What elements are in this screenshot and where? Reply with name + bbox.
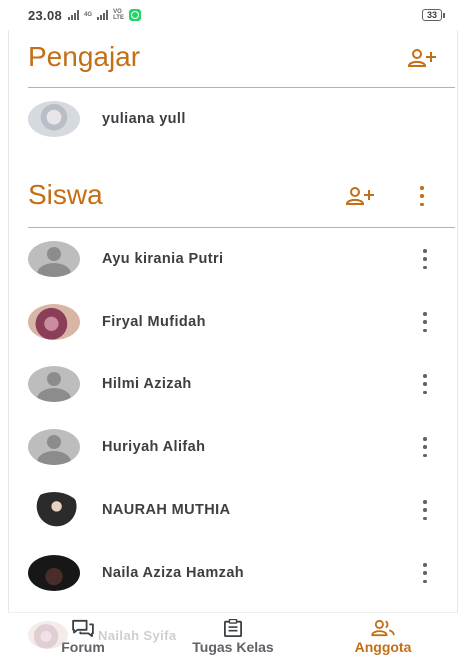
student-row[interactable]: Huriyah Alifah xyxy=(28,425,446,469)
students-more-button[interactable] xyxy=(415,186,429,206)
row-more-button[interactable] xyxy=(418,249,432,269)
more-vert-icon xyxy=(420,186,424,206)
whatsapp-icon xyxy=(128,9,141,21)
battery-icon: 33 xyxy=(421,9,446,21)
student-row[interactable]: Ayu kirania Putri xyxy=(28,237,446,281)
teachers-header: Pengajar xyxy=(28,38,456,76)
member-name: Naila Aziza Hamzah xyxy=(102,565,245,581)
row-more-button[interactable] xyxy=(418,563,432,583)
member-name: Ayu kirania Putri xyxy=(102,251,224,267)
row-more-button[interactable] xyxy=(418,500,432,520)
student-row[interactable]: Hilmi Azizah xyxy=(28,362,446,406)
row-more-button[interactable] xyxy=(418,312,432,332)
nav-label: Anggota xyxy=(354,639,412,655)
add-person-icon xyxy=(345,187,374,205)
default-avatar-icon xyxy=(28,241,80,277)
row-more-button[interactable] xyxy=(418,374,432,394)
student-row[interactable]: NAURAH MUTHIA xyxy=(28,488,446,532)
avatar xyxy=(28,555,80,591)
teachers-title: Pengajar xyxy=(28,41,141,72)
default-avatar-icon xyxy=(28,429,80,465)
teachers-divider xyxy=(28,87,455,88)
people-icon xyxy=(371,619,395,637)
student-row-partial: Nailah Syifa xyxy=(28,620,177,650)
volte-icon: VO LTE xyxy=(113,9,124,21)
nav-tugas-kelas[interactable]: Tugas Kelas xyxy=(158,613,308,655)
student-row[interactable]: Naila Aziza Hamzah xyxy=(28,551,446,595)
signal-icon xyxy=(97,10,109,20)
default-avatar-icon xyxy=(28,366,80,402)
network-type-label: 4G xyxy=(84,12,93,18)
member-name: yuliana yull xyxy=(102,111,186,127)
status-icons: 4G VO LTE xyxy=(68,9,141,21)
member-name: Hilmi Azizah xyxy=(102,376,192,392)
member-name: Nailah Syifa xyxy=(98,627,177,643)
assignment-icon xyxy=(224,619,242,637)
students-header: Siswa xyxy=(28,176,456,214)
member-name: NAURAH MUTHIA xyxy=(102,502,231,518)
nav-label: Tugas Kelas xyxy=(192,639,274,655)
row-more-button[interactable] xyxy=(418,437,432,457)
add-person-icon xyxy=(407,49,436,67)
member-name: Huriyah Alifah xyxy=(102,439,206,455)
teacher-row[interactable]: yuliana yull xyxy=(28,97,446,141)
avatar xyxy=(28,304,80,340)
avatar xyxy=(28,101,80,137)
status-time: 23.08 xyxy=(28,7,63,23)
member-name: Firyal Mufidah xyxy=(102,314,206,330)
student-row[interactable]: Firyal Mufidah xyxy=(28,300,446,344)
avatar xyxy=(28,492,80,528)
signal-icon xyxy=(68,10,80,20)
students-title: Siswa xyxy=(28,179,103,210)
add-student-button[interactable] xyxy=(345,184,375,208)
add-teacher-button[interactable] xyxy=(407,46,437,70)
avatar xyxy=(28,621,68,649)
students-divider xyxy=(28,227,455,228)
status-bar: 23.08 4G VO LTE 33 xyxy=(0,0,466,30)
nav-anggota[interactable]: Anggota xyxy=(308,613,458,655)
